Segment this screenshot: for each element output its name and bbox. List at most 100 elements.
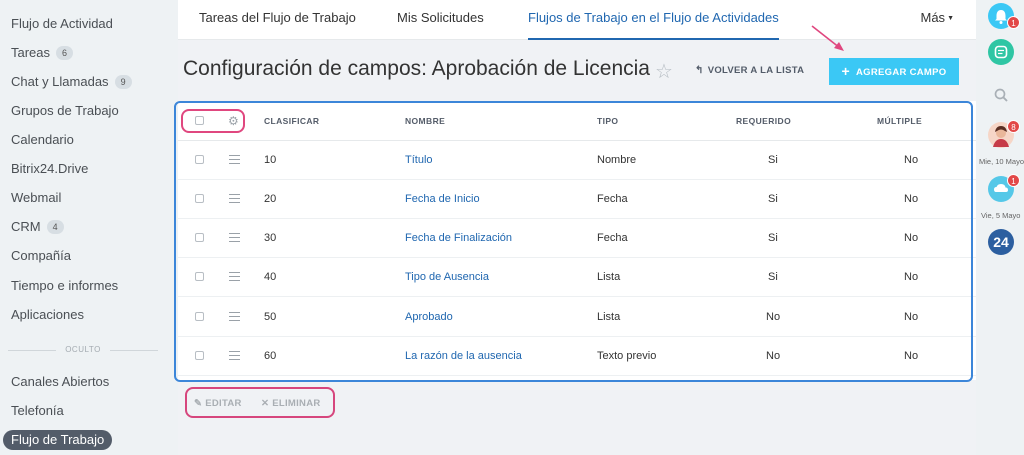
table-row[interactable]: 40 Tipo de Ausencia Lista Si No	[178, 258, 976, 297]
gear-icon[interactable]: ⚙	[228, 114, 239, 128]
sidebar-item-label: Flujo de Actividad	[11, 16, 113, 31]
sidebar-item-label: Calendario	[11, 132, 74, 147]
avatar-date: Mie, 10 Mayo	[979, 157, 1024, 166]
drag-handle-icon[interactable]	[229, 194, 240, 206]
cell-multiple: No	[904, 350, 919, 362]
sidebar-item-aplicaciones[interactable]: Aplicaciones	[11, 305, 84, 325]
cell-type: Lista	[597, 311, 621, 323]
edit-label: EDITAR	[205, 398, 242, 409]
column-header-multiple[interactable]: MÚLTIPLE	[877, 116, 922, 126]
tab-tareas-flujo[interactable]: Tareas del Flujo de Trabajo	[199, 0, 356, 40]
sidebar-item-calendario[interactable]: Calendario	[11, 130, 74, 150]
cell-type: Texto previo	[597, 350, 657, 362]
sidebar-item-label: Tiempo e informes	[11, 278, 119, 293]
chat-icon[interactable]	[988, 39, 1014, 65]
row-checkbox[interactable]	[195, 312, 204, 321]
table-row[interactable]: 20 Fecha de Inicio Fecha Si No	[178, 180, 976, 219]
cloud-date: Vie, 5 Mayo	[981, 211, 1021, 220]
avatar-badge: 8	[1007, 120, 1020, 133]
back-label: VOLVER A LA LISTA	[707, 65, 805, 76]
drag-handle-icon[interactable]	[229, 351, 240, 363]
sidebar-item-grupos[interactable]: Grupos de Trabajo	[11, 101, 119, 121]
drag-handle-icon[interactable]	[229, 155, 240, 167]
star-icon[interactable]: ☆	[655, 59, 673, 84]
delete-action[interactable]: ✕ ELIMINAR	[261, 398, 321, 409]
bitrix24-logo-icon[interactable]: 24	[988, 229, 1014, 255]
annotation-arrow-icon	[811, 25, 844, 51]
drag-handle-icon[interactable]	[229, 272, 240, 284]
cell-type: Fecha	[597, 232, 628, 244]
sidebar-item-compania[interactable]: Compañía	[11, 246, 71, 266]
sidebar-item-flujo-trabajo[interactable]: Flujo de Trabajo	[3, 430, 113, 450]
cell-sort: 30	[264, 232, 277, 244]
sidebar-item-webmail[interactable]: Webmail	[11, 188, 61, 208]
hidden-section-divider: OCULTO	[8, 345, 158, 354]
sidebar-item-tiempo[interactable]: Tiempo e informes	[11, 276, 118, 296]
sidebar-item-chat[interactable]: Chat y Llamadas 9	[11, 72, 132, 92]
back-to-list-link[interactable]: ↰ VOLVER A LA LISTA	[695, 65, 804, 76]
sidebar-item-telefonia[interactable]: Telefonía	[11, 401, 64, 421]
top-navigation: Tareas del Flujo de Trabajo Mis Solicitu…	[178, 0, 976, 40]
row-checkbox[interactable]	[195, 155, 204, 164]
sidebar-item-drive[interactable]: Bitrix24.Drive	[11, 159, 88, 179]
cell-name-link[interactable]: Título	[405, 154, 433, 166]
table-row[interactable]: 30 Fecha de Finalización Fecha Si No	[178, 219, 976, 258]
row-checkbox[interactable]	[195, 194, 204, 203]
cell-name-link[interactable]: Aprobado	[405, 311, 453, 323]
cell-sort: 20	[264, 193, 277, 205]
sidebar-item-crm[interactable]: CRM 4	[11, 217, 64, 237]
table-row[interactable]: 10 Título Nombre Si No	[178, 141, 976, 180]
table-row[interactable]: 60 La razón de la ausencia Texto previo …	[178, 337, 976, 376]
sidebar-item-label: Chat y Llamadas	[11, 74, 109, 89]
cell-sort: 10	[264, 154, 277, 166]
plus-icon: +	[841, 63, 850, 79]
row-checkbox[interactable]	[195, 351, 204, 360]
row-checkbox[interactable]	[195, 272, 204, 281]
select-all-checkbox[interactable]	[195, 116, 204, 125]
cloud-badge: 1	[1007, 174, 1020, 187]
search-icon[interactable]	[988, 82, 1014, 108]
cell-type: Nombre	[597, 154, 637, 166]
cell-name-link[interactable]: Fecha de Inicio	[405, 193, 480, 205]
cell-required: Si	[768, 232, 778, 244]
column-header-sort[interactable]: CLASIFICAR	[264, 116, 319, 126]
cell-name-link[interactable]: Tipo de Ausencia	[405, 271, 489, 283]
column-header-name[interactable]: NOMBRE	[405, 116, 445, 126]
right-panel: 1 8 Mie, 10 Mayo 1 Vie, 5 Mayo 24	[976, 0, 1024, 455]
delete-label: ELIMINAR	[272, 398, 321, 409]
sidebar-item-label: Aplicaciones	[11, 307, 84, 322]
cell-sort: 50	[264, 311, 277, 323]
sidebar-item-tareas[interactable]: Tareas 6	[11, 43, 74, 63]
count-badge: 9	[114, 75, 132, 89]
sidebar-item-flujo-actividad[interactable]: Flujo de Actividad	[11, 14, 113, 34]
column-header-type[interactable]: TIPO	[597, 116, 618, 126]
sidebar-item-label: Canales Abiertos	[11, 374, 110, 389]
page-title: Configuración de campos: Aprobación de L…	[183, 57, 650, 80]
more-label: Más	[920, 10, 946, 25]
cell-required: Si	[768, 193, 778, 205]
sidebar-item-label: Grupos de Trabajo	[11, 103, 119, 118]
edit-action[interactable]: ✎ EDITAR	[194, 398, 242, 409]
cell-multiple: No	[904, 311, 919, 323]
cell-sort: 60	[264, 350, 277, 362]
cell-multiple: No	[904, 154, 919, 166]
cell-type: Lista	[597, 271, 621, 283]
drag-handle-icon[interactable]	[229, 312, 240, 324]
sidebar-item-label: CRM	[11, 219, 41, 234]
add-field-button[interactable]: + AGREGAR CAMPO	[829, 58, 959, 85]
fields-table: ⚙ CLASIFICAR NOMBRE TIPO REQUERIDO MÚLTI…	[174, 101, 976, 382]
cell-name-link[interactable]: La razón de la ausencia	[405, 350, 522, 362]
tab-flujos-actividades[interactable]: Flujos de Trabajo en el Flujo de Activid…	[528, 0, 779, 40]
group-actions: ✎ EDITAR ✕ ELIMINAR	[185, 387, 335, 418]
more-menu[interactable]: Más ▼	[921, 0, 955, 37]
table-row[interactable]: 50 Aprobado Lista No No	[178, 298, 976, 337]
divider-line	[110, 350, 158, 351]
column-header-required[interactable]: REQUERIDO	[736, 116, 791, 126]
sidebar-item-canales[interactable]: Canales Abiertos	[11, 372, 109, 392]
cell-name-link[interactable]: Fecha de Finalización	[405, 232, 512, 244]
tab-mis-solicitudes[interactable]: Mis Solicitudes	[397, 0, 484, 40]
drag-handle-icon[interactable]	[229, 233, 240, 245]
cell-multiple: No	[904, 232, 919, 244]
close-icon: ✕	[261, 398, 270, 409]
row-checkbox[interactable]	[195, 233, 204, 242]
